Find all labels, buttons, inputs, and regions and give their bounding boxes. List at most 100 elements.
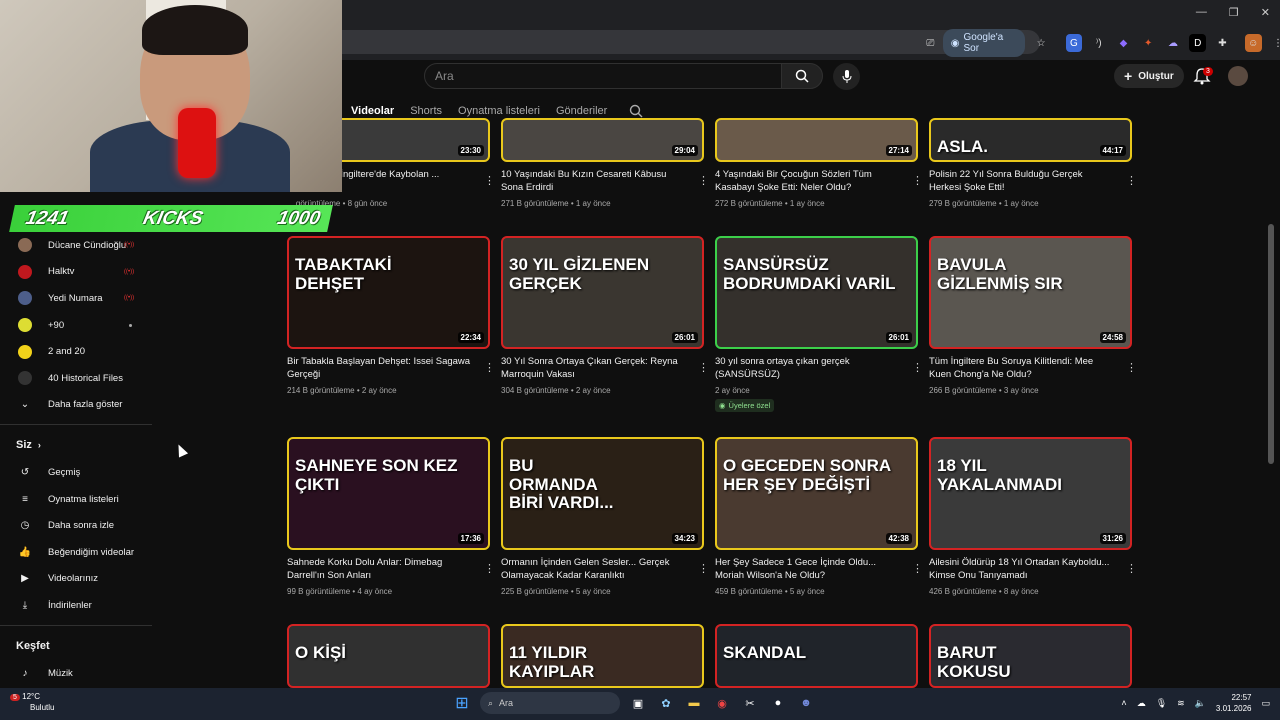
mic-tray-icon[interactable]: 🎙 xyxy=(1156,698,1167,709)
more-options-icon[interactable]: ⋮ xyxy=(912,174,923,187)
page-scrollbar[interactable] xyxy=(1268,224,1274,464)
more-options-icon[interactable]: ⋮ xyxy=(698,361,709,374)
video-card[interactable]: BU ORMANDA BİRİ VARDI... 34:23 Ormanın İçi… xyxy=(501,437,709,596)
video-card[interactable]: SKANDAL xyxy=(715,624,918,688)
search-button[interactable] xyxy=(781,63,823,89)
wifi-icon[interactable]: ≋ xyxy=(1177,698,1185,709)
volume-icon[interactable]: 🔈 xyxy=(1195,698,1206,709)
video-thumbnail[interactable]: TABAKTAKİ DEHŞET 22:34 xyxy=(287,236,490,349)
voice-search-button[interactable] xyxy=(833,63,860,90)
video-title[interactable]: Ormanın İçinden Gelen Sesler... Gerçek O… xyxy=(501,556,704,582)
video-card[interactable]: 27:14 4 Yaşındaki Bir Çocuğun Sözleri Tüm… xyxy=(715,118,923,208)
google-sor-button[interactable]: ◉ Google'a Sor xyxy=(942,29,1025,57)
video-card[interactable]: SANSÜRSÜZ BODRUMDAKİ VARİL 26:01 30 yıl so… xyxy=(715,236,923,413)
video-thumbnail[interactable]: BARUT KOKUSU xyxy=(929,624,1132,688)
more-options-icon[interactable]: ⋮ xyxy=(484,174,495,187)
sidebar-item-subscription[interactable]: Yedi Numara ((•)) xyxy=(0,285,150,312)
discord-icon[interactable]: ☻ xyxy=(796,693,816,713)
video-thumbnail[interactable]: 30 YIL GİZLENEN GERÇEK 26:01 xyxy=(501,236,704,349)
sidebar-item-subscription[interactable]: 2 and 20 xyxy=(0,338,150,365)
chrome-icon[interactable]: ◉ xyxy=(712,693,732,713)
shield-icon[interactable]: ◆ xyxy=(1115,34,1132,52)
account-avatar[interactable] xyxy=(1228,66,1248,86)
more-options-icon[interactable]: ⋮ xyxy=(912,361,923,374)
translate-icon[interactable]: G xyxy=(1065,34,1083,52)
sidebar-item[interactable]: ◷ Daha sonra izle xyxy=(0,512,150,539)
video-thumbnail[interactable]: BU ORMANDA BİRİ VARDI... 34:23 xyxy=(501,437,704,550)
clock[interactable]: 22:57 3.01.2026 xyxy=(1216,692,1252,714)
you-section-header[interactable]: Siz › xyxy=(0,431,150,459)
close-icon[interactable]: ✕ xyxy=(1261,6,1270,19)
video-thumbnail[interactable]: SANSÜRSÜZ BODRUMDAKİ VARİL 26:01 xyxy=(715,236,918,349)
cloud-icon[interactable]: ☁ xyxy=(1165,34,1182,52)
video-title[interactable]: Tüm İngiltere Bu Soruya Kilitlendi: Mee … xyxy=(929,355,1132,381)
video-card[interactable]: O KİŞİ xyxy=(287,624,490,688)
windows-start-icon[interactable]: ⊞ xyxy=(452,693,472,713)
video-card[interactable]: 30 YIL GİZLENEN GERÇEK 26:01 30 Yıl Sonra … xyxy=(501,236,709,395)
more-options-icon[interactable]: ⋮ xyxy=(484,562,495,575)
more-options-icon[interactable]: ⋮ xyxy=(1126,562,1137,575)
channel-search-icon[interactable] xyxy=(629,104,643,118)
more-options-icon[interactable]: ⋮ xyxy=(912,562,923,575)
more-options-icon[interactable]: ⋮ xyxy=(698,174,709,187)
sidebar-item[interactable]: ♪ Müzik xyxy=(0,660,150,687)
task-view-icon[interactable]: ▣ xyxy=(628,693,648,713)
minimize-icon[interactable]: — xyxy=(1196,6,1207,19)
cast-icon[interactable]: ⎚ xyxy=(922,34,939,52)
obs-icon[interactable]: ● xyxy=(768,693,788,713)
more-options-icon[interactable]: ⋮ xyxy=(1126,361,1137,374)
video-thumbnail[interactable]: ASLA. 44:17 xyxy=(929,118,1132,162)
more-options-icon[interactable]: ⋮ xyxy=(1126,174,1137,187)
video-title[interactable]: 10 Yaşındaki Bu Kızın Cesareti Kâbusu So… xyxy=(501,168,704,194)
sidebar-item-subscription[interactable]: +90 xyxy=(0,312,150,339)
show-more-button[interactable]: ⌄ Daha fazla göster xyxy=(0,392,150,419)
copilot-icon[interactable]: ✿ xyxy=(656,693,676,713)
video-card[interactable]: ASLA. 44:17 Polisin 22 Yıl Sonra Bulduğu G… xyxy=(929,118,1137,208)
video-title[interactable]: Sahnede Korku Dolu Anlar: Dimebag Darrel… xyxy=(287,556,490,582)
search-input[interactable]: Ara xyxy=(424,63,782,89)
video-thumbnail[interactable]: 29:04 xyxy=(501,118,704,162)
video-card[interactable]: 11 YILDIR KAYIPLAR xyxy=(501,624,704,688)
video-title[interactable]: 4 Yaşındaki Bir Çocuğun Sözleri Tüm Kasa… xyxy=(715,168,918,194)
snipping-tool-icon[interactable]: ✂ xyxy=(740,693,760,713)
video-card[interactable]: BAVULA GİZLENMİŞ SIR 24:58 Tüm İngiltere B… xyxy=(929,236,1137,395)
video-thumbnail[interactable]: 27:14 xyxy=(715,118,918,162)
create-button[interactable]: + Oluştur xyxy=(1114,64,1184,88)
video-title[interactable]: Polisin 22 Yıl Sonra Bulduğu Gerçek Herk… xyxy=(929,168,1132,194)
video-card[interactable]: TABAKTAKİ DEHŞET 22:34 Bir Tabakla Başlaya… xyxy=(287,236,495,395)
sidebar-item[interactable]: ≡ Oynatma listeleri xyxy=(0,486,150,513)
sidebar-item-subscription[interactable]: 40 Historical Files xyxy=(0,365,150,392)
sidebar-item-subscription[interactable]: Halktv ((•)) xyxy=(0,259,150,286)
read-aloud-icon[interactable]: ⁾) xyxy=(1090,34,1107,52)
puzzle-icon[interactable]: ✚ xyxy=(1214,34,1231,52)
video-thumbnail[interactable]: O GECEDEN SONRA HER ŞEY DEĞİŞTİ 42:38 xyxy=(715,437,918,550)
video-title[interactable]: Ailesini Öldürüp 18 Yıl Ortadan Kayboldu… xyxy=(929,556,1132,582)
more-options-icon[interactable]: ⋮ xyxy=(484,361,495,374)
sidebar-item[interactable]: ↺ Geçmiş xyxy=(0,459,150,486)
video-title[interactable]: Her Şey Sadece 1 Gece İçinde Oldu... Mor… xyxy=(715,556,918,582)
tab-videos[interactable]: Videolar xyxy=(351,105,394,117)
taskbar-search[interactable]: ⌕ Ara xyxy=(480,692,620,714)
video-card[interactable]: 29:04 10 Yaşındaki Bu Kızın Cesareti Kâbu… xyxy=(501,118,709,208)
profile-avatar-icon[interactable]: ☺ xyxy=(1244,34,1262,52)
d-extension-icon[interactable]: D xyxy=(1189,34,1207,52)
video-title[interactable]: 30 yıl sonra ortaya çıkan gerçek (SANSÜR… xyxy=(715,355,918,381)
video-title[interactable]: Bir Tabakla Başlayan Dehşet: Issei Sagaw… xyxy=(287,355,490,381)
file-explorer-icon[interactable]: ▬ xyxy=(684,693,704,713)
tab-shorts[interactable]: Shorts xyxy=(410,105,442,117)
video-title[interactable]: 30 Yıl Sonra Ortaya Çıkan Gerçek: Reyna … xyxy=(501,355,704,381)
video-card[interactable]: SAHNEYE SON KEZ ÇIKTI 17:36 Sahnede Korku … xyxy=(287,437,495,596)
video-thumbnail[interactable]: BAVULA GİZLENMİŞ SIR 24:58 xyxy=(929,236,1132,349)
video-thumbnail[interactable]: SKANDAL xyxy=(715,624,918,688)
notification-icon[interactable]: ▭ xyxy=(1261,698,1270,709)
video-card[interactable]: BARUT KOKUSU xyxy=(929,624,1132,688)
weather-widget[interactable]: 5 12°C Bulutlu xyxy=(10,692,54,713)
bookmark-star-icon[interactable]: ☆ xyxy=(1033,34,1050,52)
menu-dots-icon[interactable]: ⋮ xyxy=(1270,34,1280,52)
more-options-icon[interactable]: ⋮ xyxy=(698,562,709,575)
chevron-up-icon[interactable]: ˄ xyxy=(1121,698,1126,708)
video-thumbnail[interactable]: SAHNEYE SON KEZ ÇIKTI 17:36 xyxy=(287,437,490,550)
sidebar-item[interactable]: ⤓ İndirilenler xyxy=(0,592,150,619)
restore-icon[interactable]: ❐ xyxy=(1229,6,1239,19)
sidebar-item[interactable]: ▶ Videolarınız xyxy=(0,566,150,593)
